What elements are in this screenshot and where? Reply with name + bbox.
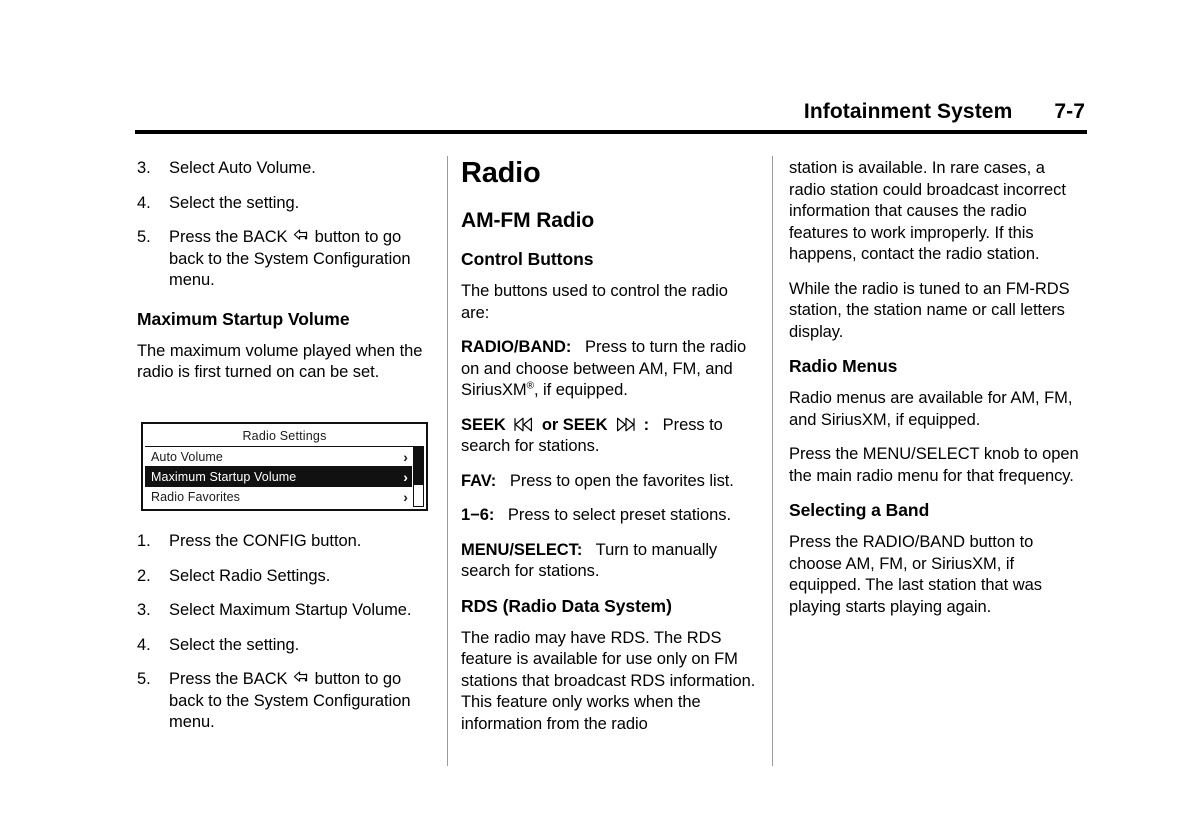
list-item-label: Select the setting.	[169, 193, 300, 212]
paragraph-rds: The radio may have RDS. The RDS feature …	[461, 628, 756, 733]
list-item-label: Select Auto Volume.	[169, 159, 316, 177]
button-description-fav: FAV: Press to open the favorites list.	[461, 471, 757, 493]
paragraph-rds-continued: station is available. In rare cases, a r…	[789, 159, 1066, 263]
heading-rds: RDS (Radio Data System)	[461, 595, 672, 616]
radio-settings-screen-figure: Radio Settings Auto Volume › Maximum Sta…	[141, 422, 428, 511]
list-item: 3. Select Auto Volume.	[137, 158, 433, 180]
screen-menu-item-label: Auto Volume	[151, 449, 223, 464]
list-item: 5. Press the BACK button to go back to t…	[137, 227, 433, 292]
list-item-label: Select Maximum Startup Volume.	[169, 601, 412, 619]
list-item-number: 3.	[137, 159, 151, 177]
heading-selecting-a-band: Selecting a Band	[789, 500, 930, 520]
list-item-number: 3.	[137, 601, 151, 619]
chevron-right-icon: ›	[403, 489, 408, 505]
column-divider-left	[447, 156, 448, 766]
section-title-radio: Radio	[461, 157, 541, 189]
list-item-label: Select Radio Settings.	[169, 566, 331, 585]
button-label-menu-select: MENU/SELECT:	[461, 540, 583, 559]
back-arrow-icon	[293, 228, 308, 243]
button-description-seek: SEEK or SEEK : Press to search for stati…	[461, 415, 757, 458]
left-column: 3. Select Auto Volume. 4. Select the set…	[137, 158, 433, 384]
heading-radio-menus: Radio Menus	[789, 356, 898, 376]
paragraph-maximum-startup-volume: The maximum volume played when the radio…	[137, 341, 423, 382]
screen-menu-item-auto-volume[interactable]: Auto Volume ›	[145, 447, 412, 467]
steps-list-top: 3. Select Auto Volume. 4. Select the set…	[137, 158, 433, 292]
page-header: Infotainment System 7-7	[135, 100, 1087, 134]
list-item: 4. Select the setting.	[137, 635, 433, 657]
list-item-label: Press the CONFIG button.	[169, 532, 362, 550]
screen-scrollbar[interactable]	[413, 447, 424, 507]
screen-menu-item-maximum-startup-volume[interactable]: Maximum Startup Volume ›	[145, 467, 412, 487]
paragraph-control-buttons-intro: The buttons used to control the radio ar…	[461, 282, 728, 322]
subsection-title-am-fm-radio: AM-FM Radio	[461, 209, 595, 232]
button-label-fav: FAV:	[461, 471, 497, 490]
list-item-number: 5.	[137, 670, 151, 688]
list-item: 3. Select Maximum Startup Volume.	[137, 600, 433, 622]
manual-page: Infotainment System 7-7 3. Select Auto V…	[0, 0, 1200, 840]
list-item-number: 1.	[137, 532, 151, 550]
paragraph-radio-menus-2: Press the MENU/SELECT knob to open the m…	[789, 445, 1079, 485]
page-title: Infotainment System	[803, 100, 1013, 123]
column-divider-right	[772, 156, 773, 766]
list-item-label-before: Press the BACK	[169, 670, 288, 688]
list-item-number: 2.	[137, 566, 151, 585]
registered-mark: ®	[526, 380, 534, 392]
screen-menu-item-radio-favorites[interactable]: Radio Favorites ›	[145, 487, 412, 507]
list-item-number: 5.	[137, 228, 151, 246]
page-number: 7-7	[1054, 100, 1085, 123]
list-item: 1. Press the CONFIG button.	[137, 531, 433, 553]
chevron-right-icon: ›	[403, 448, 408, 465]
heading-maximum-startup-volume: Maximum Startup Volume	[137, 308, 350, 329]
header-rule	[135, 130, 1087, 134]
paragraph-radio-menus-1: Radio menus are available for AM, FM, an…	[789, 389, 1073, 429]
button-label-seek-reverse: SEEK	[461, 415, 506, 434]
list-item-label-before: Press the BACK	[169, 228, 288, 246]
list-item: 4. Select the setting.	[137, 193, 433, 215]
list-item-number: 4.	[137, 635, 151, 654]
button-text-fav: Press to open the favorites list.	[509, 471, 734, 490]
steps-list-bottom: 1. Press the CONFIG button. 2. Select Ra…	[137, 531, 433, 734]
screen-title: Radio Settings	[145, 426, 424, 447]
middle-column: Radio AM-FM Radio Control Buttons The bu…	[461, 158, 757, 735]
screen-menu-item-label: Radio Favorites	[151, 490, 241, 504]
paragraph-fm-rds-station: While the radio is tuned to an FM-RDS st…	[789, 279, 1070, 341]
list-item: 2. Select Radio Settings.	[137, 566, 433, 588]
scrollbar-track[interactable]	[414, 485, 423, 506]
scrollbar-thumb[interactable]	[414, 448, 423, 486]
list-item-label: Select the setting.	[169, 635, 300, 654]
chevron-right-icon: ›	[403, 468, 408, 485]
back-arrow-icon	[293, 670, 308, 685]
seek-forward-icon	[615, 417, 636, 432]
right-column: station is available. In rare cases, a r…	[789, 158, 1085, 618]
list-item-number: 4.	[137, 193, 151, 212]
button-description-radio-band: RADIO/BAND: Press to turn the radio on a…	[461, 337, 757, 402]
list-item: 5. Press the BACK button to go back to t…	[137, 669, 433, 734]
button-label-seek-colon: :	[643, 415, 650, 434]
screen-menu-list: Auto Volume › Maximum Startup Volume › R…	[145, 447, 412, 507]
screen-bezel: Radio Settings Auto Volume › Maximum Sta…	[141, 422, 428, 511]
paragraph-selecting-a-band: Press the RADIO/BAND button to choose AM…	[789, 533, 1042, 616]
screen-menu-item-label: Maximum Startup Volume	[151, 469, 297, 484]
button-label-radio-band: RADIO/BAND:	[461, 338, 572, 356]
button-description-menu-select: MENU/SELECT: Turn to manually search for…	[461, 540, 757, 583]
button-label-seek-forward: or SEEK	[541, 415, 608, 434]
button-text-presets: Press to select preset stations.	[507, 506, 732, 524]
heading-control-buttons: Control Buttons	[461, 249, 594, 269]
left-column-steps-bottom: 1. Press the CONFIG button. 2. Select Ra…	[137, 531, 433, 734]
button-label-presets: 1−6:	[461, 506, 495, 524]
seek-reverse-icon	[513, 417, 534, 432]
button-description-presets: 1−6: Press to select preset stations.	[461, 505, 757, 527]
button-text-radio-band-b: , if equipped.	[533, 381, 628, 399]
